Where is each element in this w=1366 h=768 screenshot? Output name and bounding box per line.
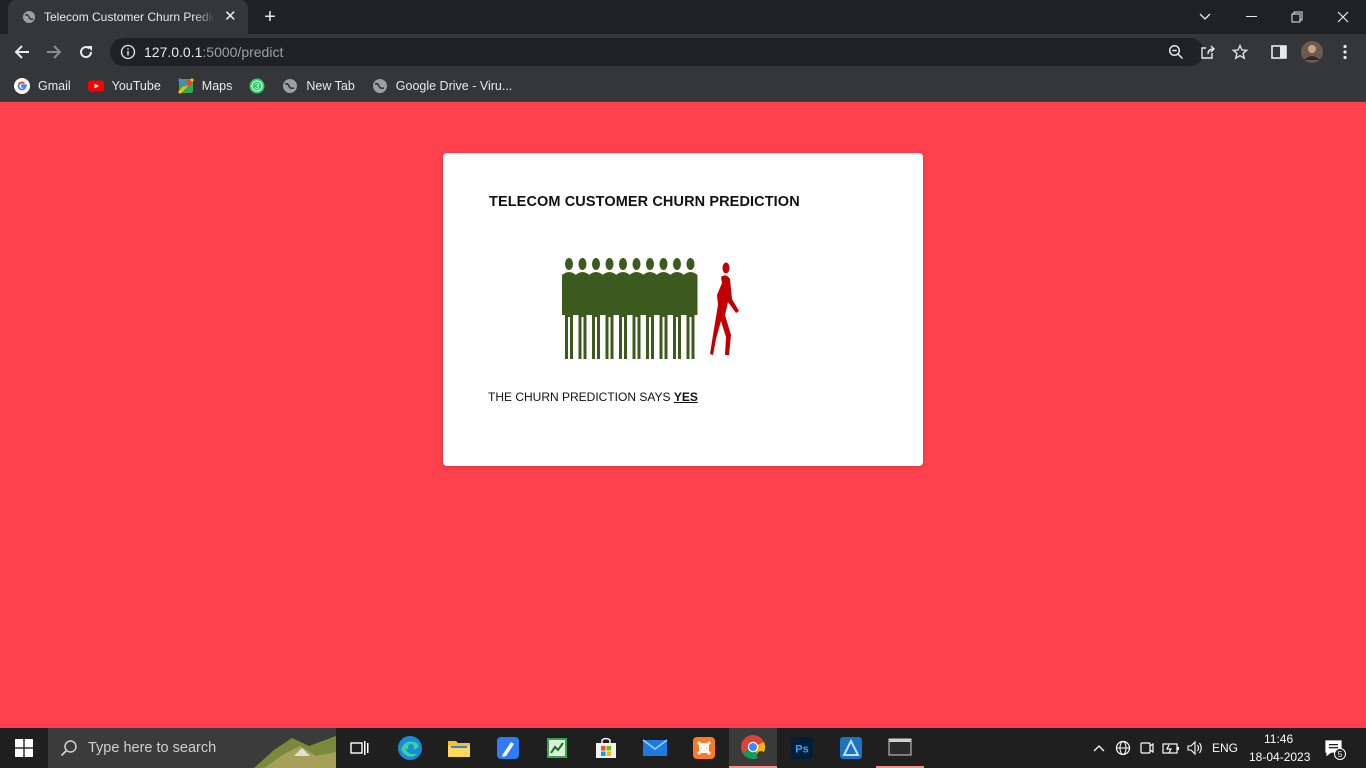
volume-icon[interactable] (1186, 739, 1204, 757)
svg-text:5: 5 (1338, 750, 1343, 759)
page-title: TELECOM CUSTOMER CHURN PREDICTION (489, 194, 800, 210)
minimize-button[interactable] (1228, 0, 1274, 34)
notification-icon[interactable]: 5 (1324, 738, 1346, 760)
side-panel-icon[interactable] (1270, 43, 1288, 61)
prediction-result: THE CHURN PREDICTION SAYS YES (488, 390, 698, 404)
restore-button[interactable] (1274, 0, 1320, 34)
globe-icon (282, 78, 298, 94)
bookmark-google-drive[interactable]: Google Drive - Viru... (372, 78, 512, 94)
language-indicator[interactable]: ENG (1212, 741, 1238, 755)
back-button[interactable] (8, 38, 36, 66)
globe-icon (22, 10, 36, 24)
bookmarks-bar: Gmail YouTube Maps 3 New Tab Google Driv… (0, 70, 1366, 102)
close-tab-icon[interactable]: ✕ (223, 9, 239, 25)
windows-taskbar: Type here to search Ps ENG 11:46 18-04-2… (0, 728, 1366, 768)
file-explorer-app[interactable] (435, 728, 483, 768)
affinity-icon (840, 737, 862, 759)
notepad-chart-icon (547, 738, 567, 758)
mail-icon (642, 739, 668, 756)
info-icon[interactable] (120, 44, 136, 60)
standing-person-icon (616, 258, 630, 359)
menu-dots-icon[interactable] (1336, 43, 1354, 61)
store-icon (596, 737, 616, 758)
whatsapp-badge-icon: 3 (249, 78, 265, 94)
photoshop-app[interactable]: Ps (778, 728, 826, 768)
xampp-icon (693, 737, 715, 759)
standing-person-icon (656, 258, 671, 359)
result-prefix: THE CHURN PREDICTION SAYS (488, 390, 671, 404)
terminal-icon (888, 738, 912, 756)
xampp-app[interactable] (680, 728, 728, 768)
clock-date[interactable]: 18-04-2023 (1249, 750, 1310, 764)
search-icon (60, 739, 78, 757)
globe-icon (372, 78, 388, 94)
svg-text:3: 3 (255, 82, 260, 91)
windows-icon (15, 739, 33, 757)
bookmark-new-tab[interactable]: New Tab (282, 78, 355, 94)
battery-icon[interactable] (1162, 739, 1180, 757)
walking-person-icon (710, 262, 739, 355)
standing-person-icon (629, 258, 644, 359)
new-tab-button[interactable]: + (258, 5, 282, 29)
standing-person-icon (670, 258, 684, 359)
forward-button[interactable] (40, 38, 68, 66)
chrome-app[interactable] (729, 728, 777, 768)
network-globe-icon[interactable] (1114, 739, 1132, 757)
profile-avatar[interactable] (1300, 40, 1324, 64)
tab-search-icon[interactable] (1182, 0, 1228, 34)
browser-titlebar: Telecom Customer Churn Prediction ✕ + (0, 0, 1366, 34)
bookmark-star-icon[interactable] (1232, 44, 1248, 60)
microsoft-store-app[interactable] (582, 728, 630, 768)
standing-person-icon (643, 258, 657, 359)
affinity-app[interactable] (827, 728, 875, 768)
url-host: 127.0.0.1 (144, 44, 203, 60)
start-button[interactable] (0, 728, 48, 768)
mail-app[interactable] (631, 728, 679, 768)
standing-person-icon (575, 258, 590, 359)
churn-illustration (562, 258, 739, 359)
meet-now-icon[interactable] (1138, 739, 1156, 757)
maps-icon (177, 77, 194, 94)
standing-person-icon (589, 258, 603, 359)
photoshop-icon: Ps (791, 737, 813, 759)
edge-icon (398, 736, 422, 760)
youtube-icon (87, 78, 104, 94)
pen-icon (497, 737, 519, 759)
address-bar[interactable]: 127.0.0.1:5000/predict (110, 38, 1248, 66)
svg-text:Ps: Ps (795, 744, 808, 756)
chevron-up-icon[interactable] (1090, 739, 1108, 757)
chrome-icon (741, 735, 766, 760)
browser-toolbar: 127.0.0.1:5000/predict (0, 34, 1366, 70)
result-value: YES (673, 390, 698, 404)
folder-icon (448, 741, 470, 757)
reload-button[interactable] (72, 38, 100, 66)
terminal-app[interactable] (876, 728, 924, 768)
zoom-icon[interactable] (1168, 44, 1184, 60)
url-path: :5000/predict (202, 44, 284, 60)
task-view-icon (350, 741, 369, 755)
bookmark-gmail[interactable]: Gmail (14, 77, 71, 94)
bookmark-whatsapp[interactable]: 3 (249, 78, 265, 94)
browser-tab[interactable]: Telecom Customer Churn Prediction ✕ (8, 0, 248, 34)
clock-time[interactable]: 11:46 (1264, 732, 1293, 746)
standing-person-icon (602, 258, 617, 359)
taskbar-search[interactable]: Type here to search (48, 728, 336, 768)
bookmark-youtube[interactable]: YouTube (87, 78, 161, 94)
search-placeholder: Type here to search (88, 740, 217, 756)
task-view-button[interactable] (336, 728, 384, 768)
google-icon (14, 77, 30, 94)
standing-person-icon (683, 258, 698, 359)
standing-person-icon (562, 258, 576, 359)
pen-app[interactable] (484, 728, 532, 768)
prediction-card: TELECOM CUSTOMER CHURN PREDICTION THE CH… (443, 153, 923, 466)
edge-app[interactable] (386, 728, 434, 768)
close-window-button[interactable] (1320, 0, 1366, 34)
bookmark-maps[interactable]: Maps (177, 77, 232, 94)
search-highlight-image (254, 736, 336, 768)
share-icon[interactable] (1200, 44, 1216, 60)
notepad-app[interactable] (533, 728, 581, 768)
tab-title: Telecom Customer Churn Prediction (44, 10, 215, 24)
